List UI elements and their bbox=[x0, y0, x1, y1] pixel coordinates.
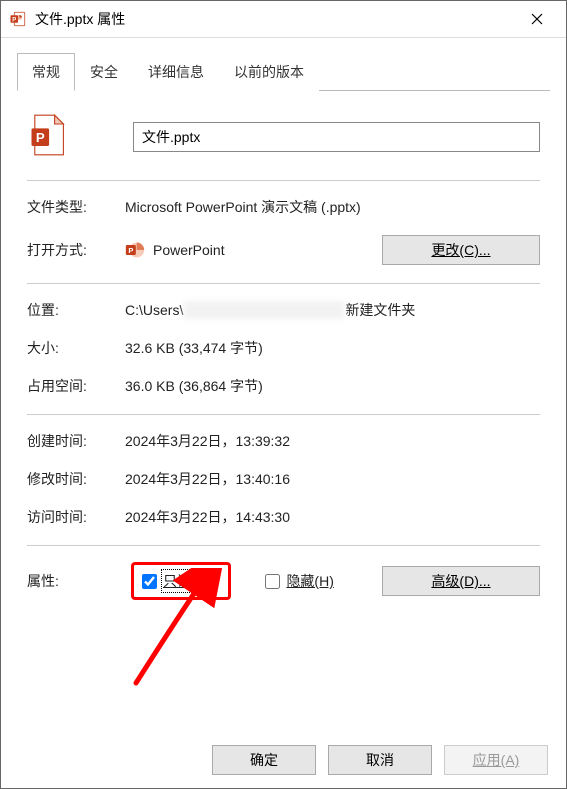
redacted-path bbox=[184, 301, 344, 319]
tabs: 常规 安全 详细信息 以前的版本 bbox=[17, 52, 550, 91]
tab-security[interactable]: 安全 bbox=[75, 53, 133, 91]
ok-button[interactable]: 确定 bbox=[212, 745, 316, 775]
filetype-label: 文件类型: bbox=[27, 197, 125, 217]
divider bbox=[27, 283, 540, 284]
accessed-label: 访问时间: bbox=[27, 507, 125, 527]
tab-content-general: P 文件类型: Microsoft PowerPoint 演示文稿 (.pptx… bbox=[17, 91, 550, 600]
readonly-checkbox[interactable] bbox=[142, 574, 157, 589]
size-value: 32.6 KB (33,474 字节) bbox=[125, 338, 540, 358]
close-button[interactable] bbox=[514, 4, 560, 34]
apply-button[interactable]: 应用(A) bbox=[444, 745, 548, 775]
svg-text:P: P bbox=[36, 130, 45, 145]
change-openswith-button[interactable]: 更改(C)... bbox=[382, 235, 540, 265]
created-label: 创建时间: bbox=[27, 431, 125, 451]
cancel-button[interactable]: 取消 bbox=[328, 745, 432, 775]
sizeondisk-value: 36.0 KB (36,864 字节) bbox=[125, 376, 540, 396]
divider bbox=[27, 414, 540, 415]
sizeondisk-label: 占用空间: bbox=[27, 376, 125, 396]
size-label: 大小: bbox=[27, 338, 125, 358]
tab-details[interactable]: 详细信息 bbox=[133, 53, 219, 91]
annotation-readonly-highlight: 只读(R) bbox=[131, 562, 231, 600]
readonly-checkbox-label: 只读(R) bbox=[163, 571, 210, 591]
filetype-value: Microsoft PowerPoint 演示文稿 (.pptx) bbox=[125, 197, 540, 217]
tab-previous-versions[interactable]: 以前的版本 bbox=[219, 53, 319, 91]
accessed-value: 2024年3月22日，14:43:30 bbox=[125, 507, 540, 527]
openswith-label: 打开方式: bbox=[27, 240, 125, 260]
modified-label: 修改时间: bbox=[27, 469, 125, 489]
properties-dialog: P 文件.pptx 属性 常规 安全 详细信息 以前的版本 bbox=[0, 0, 567, 789]
hidden-checkbox-label: 隐藏(H) bbox=[286, 571, 333, 591]
openswith-app-name: PowerPoint bbox=[153, 242, 382, 258]
created-value: 2024年3月22日，13:39:32 bbox=[125, 431, 540, 451]
attributes-label: 属性: bbox=[27, 571, 125, 591]
divider bbox=[27, 180, 540, 181]
hidden-checkbox-wrap[interactable]: 隐藏(H) bbox=[265, 571, 333, 591]
divider bbox=[27, 545, 540, 546]
modified-value: 2024年3月22日，13:40:16 bbox=[125, 469, 540, 489]
svg-text:P: P bbox=[12, 17, 16, 23]
filename-input[interactable] bbox=[133, 122, 540, 152]
svg-text:P: P bbox=[128, 246, 133, 255]
location-value: C:\Users\ 新建文件夹 bbox=[125, 300, 540, 320]
powerpoint-file-icon: P bbox=[9, 10, 27, 28]
close-icon bbox=[531, 13, 543, 25]
powerpoint-app-icon: P bbox=[125, 240, 145, 260]
dialog-button-bar: 确定 取消 应用(A) bbox=[1, 732, 566, 788]
powerpoint-file-icon: P bbox=[29, 113, 67, 160]
location-label: 位置: bbox=[27, 300, 125, 320]
tab-general[interactable]: 常规 bbox=[17, 53, 75, 91]
readonly-checkbox-wrap[interactable]: 只读(R) bbox=[142, 571, 210, 591]
hidden-checkbox[interactable] bbox=[265, 574, 280, 589]
titlebar: P 文件.pptx 属性 bbox=[1, 1, 566, 38]
window-title: 文件.pptx 属性 bbox=[35, 9, 514, 29]
advanced-attributes-button[interactable]: 高级(D)... bbox=[382, 566, 540, 596]
